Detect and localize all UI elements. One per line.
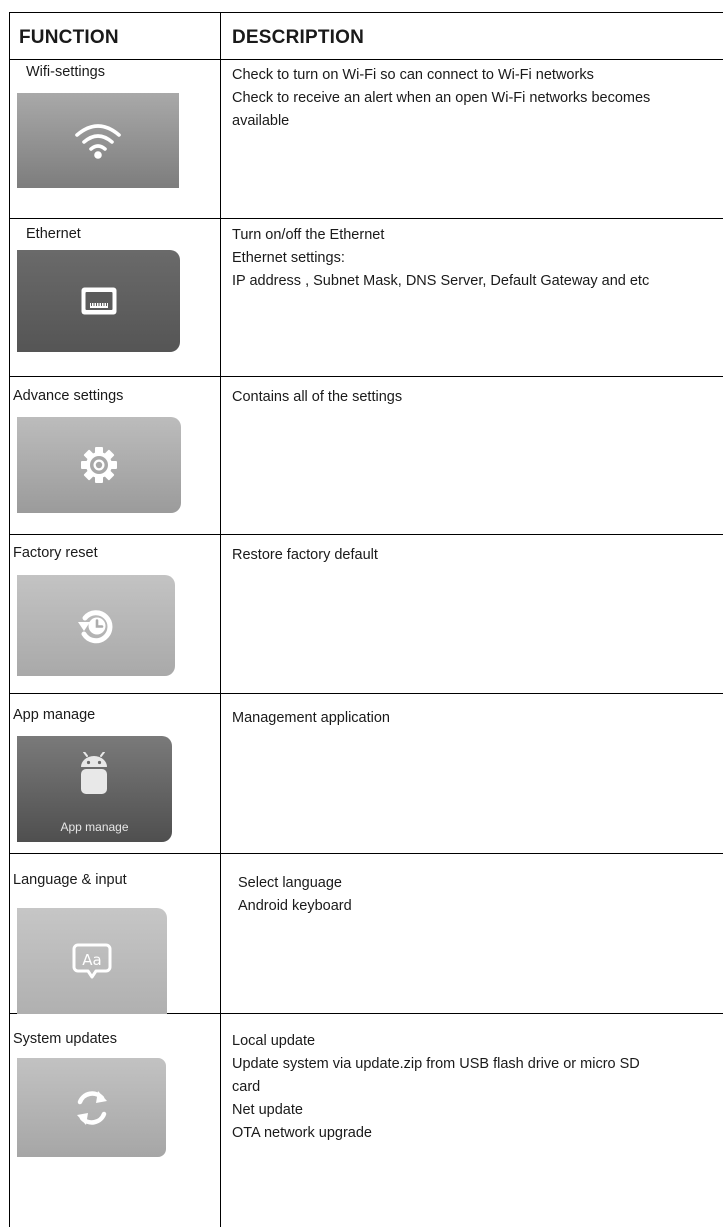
description-line: available <box>232 113 290 129</box>
header-description-cell: DESCRIPTION <box>221 13 723 59</box>
function-cell-advance-settings: Advance settings <box>10 377 221 534</box>
description-line: IP address , Subnet Mask, DNS Server, De… <box>232 273 650 289</box>
function-label-factory-reset: Factory reset <box>13 545 98 561</box>
description-line: Update system via update.zip from USB fl… <box>232 1056 640 1072</box>
table-row-advance-settings: Advance settings Contains all of the set… <box>10 377 723 535</box>
advance-settings-tile[interactable] <box>17 417 181 513</box>
gear-icon <box>81 447 117 483</box>
factory-reset-tile[interactable] <box>17 575 175 676</box>
description-line: Turn on/off the Ethernet <box>232 227 385 243</box>
function-cell-app-manage: App manage App manage <box>10 694 221 853</box>
description-cell-app-manage: Management application <box>221 694 723 853</box>
description-cell-factory-reset: Restore factory default <box>221 535 723 693</box>
function-label-app-manage: App manage <box>13 707 96 723</box>
ethernet-port-icon <box>81 287 116 315</box>
description-line: Net update <box>232 1102 303 1118</box>
description-cell-language-input: Select language Android keyboard <box>221 854 723 1013</box>
description-line: Android keyboard <box>238 898 352 914</box>
description-advance-settings: Contains all of the settings <box>232 386 718 409</box>
function-description-table: FUNCTION DESCRIPTION Wifi-settings Check… <box>9 12 723 1227</box>
description-cell-ethernet: Turn on/off the Ethernet Ethernet settin… <box>221 219 723 376</box>
function-cell-language-input: Language & input Aa <box>10 854 221 1014</box>
function-label-language-input: Language & input <box>13 872 127 888</box>
system-updates-tile[interactable] <box>17 1058 166 1157</box>
description-factory-reset: Restore factory default <box>232 544 718 567</box>
android-icon <box>81 752 107 794</box>
table-row-ethernet: Ethernet Turn on/off the Ethernet Ethern… <box>10 219 723 377</box>
header-function-label: FUNCTION <box>19 27 119 48</box>
description-cell-advance-settings: Contains all of the settings <box>221 377 723 534</box>
wifi-icon <box>75 123 121 159</box>
description-cell-wifi-settings: Check to turn on Wi-Fi so can connect to… <box>221 60 723 218</box>
description-line: Check to turn on Wi-Fi so can connect to… <box>232 67 594 83</box>
function-cell-factory-reset: Factory reset <box>10 535 221 693</box>
restore-clock-icon <box>78 609 113 643</box>
refresh-icon <box>76 1090 107 1125</box>
language-aa-icon: Aa <box>72 943 112 979</box>
description-line: Management application <box>232 710 390 726</box>
description-line: Local update <box>232 1033 316 1049</box>
language-input-tile[interactable]: Aa <box>17 908 167 1014</box>
description-cell-system-updates: Local update Update system via update.zi… <box>221 1014 723 1227</box>
description-line: Ethernet settings: <box>232 250 345 266</box>
function-cell-system-updates: System updates <box>10 1014 221 1227</box>
function-cell-wifi-settings: Wifi-settings <box>10 60 221 218</box>
table-row-language-input: Language & input Aa Select language Andr… <box>10 854 723 1014</box>
table-header-row: FUNCTION DESCRIPTION <box>10 13 723 60</box>
description-ethernet: Turn on/off the Ethernet Ethernet settin… <box>232 224 718 293</box>
description-line: Contains all of the settings <box>232 389 403 405</box>
wifi-settings-tile[interactable] <box>17 93 179 188</box>
description-system-updates: Local update Update system via update.zi… <box>232 1030 718 1145</box>
ethernet-tile[interactable] <box>17 250 180 352</box>
description-language-input: Select language Android keyboard <box>238 872 718 918</box>
header-function-cell: FUNCTION <box>10 13 221 59</box>
description-line: Restore factory default <box>232 547 378 563</box>
table-row-system-updates: System updates Local update Update syste… <box>10 1014 723 1227</box>
table-row-wifi-settings: Wifi-settings Check to turn on Wi-Fi so … <box>10 60 723 219</box>
function-label-wifi-settings: Wifi-settings <box>26 64 105 80</box>
function-label-ethernet: Ethernet <box>26 226 81 242</box>
app-manage-tile[interactable]: App manage <box>17 736 172 842</box>
table-row-app-manage: App manage App manage Management applica… <box>10 694 723 854</box>
description-line: OTA network upgrade <box>232 1125 372 1141</box>
description-app-manage: Management application <box>232 707 718 730</box>
function-cell-ethernet: Ethernet <box>10 219 221 376</box>
table-row-factory-reset: Factory reset Restore factory default <box>10 535 723 694</box>
header-description-label: DESCRIPTION <box>232 27 365 48</box>
function-label-system-updates: System updates <box>13 1031 117 1047</box>
description-line: Check to receive an alert when an open W… <box>232 90 651 106</box>
app-manage-tile-caption: App manage <box>60 820 129 834</box>
description-wifi-settings: Check to turn on Wi-Fi so can connect to… <box>232 64 718 133</box>
svg-text:Aa: Aa <box>82 951 101 969</box>
description-line: card <box>232 1079 261 1095</box>
description-line: Select language <box>238 875 342 891</box>
function-label-advance-settings: Advance settings <box>13 388 124 404</box>
